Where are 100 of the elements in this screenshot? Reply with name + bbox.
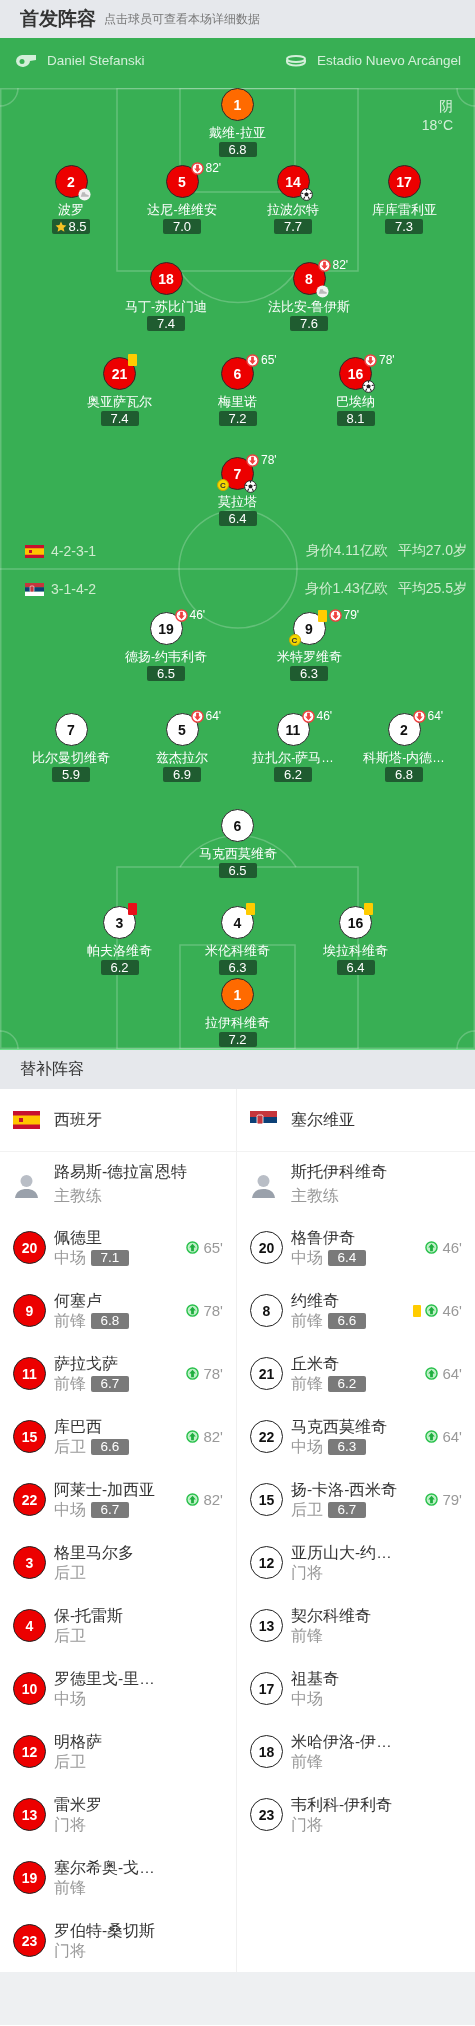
rating-value: 6.9 bbox=[172, 767, 192, 782]
sub-minute: 64' bbox=[442, 1365, 462, 1382]
rating-value: 7.0 bbox=[172, 219, 192, 234]
shirt-number[interactable]: 13 bbox=[250, 1609, 283, 1642]
player-name: 丘米奇 bbox=[291, 1353, 340, 1374]
shirt-number[interactable]: 5 bbox=[165, 713, 199, 746]
rating-value: 6.8 bbox=[228, 142, 247, 157]
player-name: 约维奇 bbox=[291, 1290, 340, 1311]
shirt-number[interactable]: 7 bbox=[54, 713, 88, 746]
shirt-number[interactable]: 20 bbox=[250, 1231, 283, 1264]
player-position: 后卫 bbox=[54, 1751, 86, 1772]
player-position: 中场 bbox=[54, 1499, 86, 1520]
player-name: 德扬-约韦利奇 bbox=[124, 649, 208, 665]
shirt-number[interactable]: 3 bbox=[103, 906, 136, 939]
shirt-number[interactable]: 17 bbox=[387, 165, 421, 198]
weather-text: 阴 bbox=[439, 97, 453, 116]
substitution-in-icon bbox=[425, 1367, 439, 1380]
average-age: 平均27.0岁 bbox=[397, 542, 467, 560]
player-name: 法比安-鲁伊斯 bbox=[267, 299, 351, 315]
player-name: 拉伊科维奇 bbox=[205, 1015, 270, 1031]
player-position: 门将 bbox=[54, 1940, 86, 1961]
player-position: 前锋 bbox=[291, 1310, 323, 1331]
shirt-number[interactable]: 8 bbox=[250, 1294, 283, 1327]
flag-icon bbox=[25, 582, 44, 596]
sub-minute: 78' bbox=[203, 1302, 223, 1319]
sub-minute: 82' bbox=[203, 1428, 223, 1445]
boot-icon bbox=[77, 188, 91, 201]
rating-value: 7.2 bbox=[228, 411, 247, 426]
shirt-number[interactable]: 6 bbox=[221, 357, 254, 390]
shirt-number[interactable]: 21 bbox=[250, 1357, 283, 1390]
shirt-number[interactable]: 19 bbox=[149, 612, 183, 645]
rating-value: 6.3 bbox=[228, 960, 247, 975]
substitution-in-icon bbox=[186, 1493, 200, 1506]
shirt-number[interactable]: 16 bbox=[339, 906, 372, 939]
player-name: 梅里诺 bbox=[218, 394, 257, 410]
substitution-in-icon bbox=[186, 1304, 200, 1317]
player-name: 雷米罗 bbox=[54, 1794, 102, 1815]
rating-value: 7.7 bbox=[283, 219, 303, 234]
player-position: 后卫 bbox=[54, 1562, 86, 1583]
player-name: 佩德里 bbox=[54, 1227, 103, 1248]
shirt-number[interactable]: 15 bbox=[250, 1483, 283, 1516]
shirt-number[interactable]: 14 bbox=[276, 165, 310, 198]
shirt-number[interactable]: 18 bbox=[149, 262, 183, 295]
rating-value: 6.5 bbox=[228, 863, 247, 878]
shirt-number[interactable]: 10 bbox=[13, 1672, 46, 1705]
average-age: 平均25.5岁 bbox=[397, 580, 467, 598]
player-name: 祖基奇 bbox=[291, 1668, 339, 1689]
shirt-number[interactable]: 11 bbox=[276, 713, 310, 746]
shirt-number[interactable]: 18 bbox=[250, 1735, 283, 1768]
player-name: 莫拉塔 bbox=[218, 494, 257, 510]
flag-icon bbox=[13, 1111, 40, 1129]
shirt-number[interactable]: 23 bbox=[13, 1924, 46, 1957]
shirt-number[interactable]: 2 bbox=[54, 165, 88, 198]
substitution-out-icon bbox=[246, 454, 259, 467]
sub-minute: 65' bbox=[203, 1239, 223, 1256]
shirt-number[interactable]: 22 bbox=[250, 1420, 283, 1453]
shirt-number[interactable]: 3 bbox=[13, 1546, 46, 1579]
player-name: 帕夫洛维奇 bbox=[87, 943, 152, 959]
player-name: 米特罗维奇 bbox=[276, 649, 342, 665]
shirt-number[interactable]: 2 bbox=[387, 713, 421, 746]
player-name: 何塞卢 bbox=[54, 1290, 103, 1311]
shirt-number[interactable]: 4 bbox=[221, 906, 254, 939]
shirt-number[interactable]: 4 bbox=[13, 1609, 46, 1642]
player-position: 前锋 bbox=[54, 1310, 86, 1331]
shirt-number[interactable]: 9 bbox=[13, 1294, 46, 1327]
shirt-number[interactable]: 12 bbox=[250, 1546, 283, 1579]
shirt-number[interactable]: 17 bbox=[250, 1672, 283, 1705]
sending-off-card-icon bbox=[128, 903, 137, 915]
shirt-number[interactable]: 23 bbox=[250, 1798, 283, 1831]
shirt-number[interactable]: 1 bbox=[221, 88, 254, 121]
shirt-number[interactable]: 1 bbox=[221, 978, 254, 1011]
rating-tag: 7.1 bbox=[91, 1249, 129, 1266]
caution-card-icon bbox=[317, 609, 327, 622]
substitution-out-icon bbox=[246, 354, 259, 367]
shirt-number[interactable]: 15 bbox=[13, 1420, 46, 1453]
rating-tag: 6.6 bbox=[328, 1312, 366, 1329]
player-position: 前锋 bbox=[291, 1625, 323, 1646]
sub-minute: 79' bbox=[442, 1491, 462, 1508]
flag-icon bbox=[25, 544, 44, 558]
caution-card-icon bbox=[128, 354, 137, 366]
shirt-number[interactable]: 19 bbox=[13, 1861, 46, 1894]
shirt-number[interactable]: 20 bbox=[13, 1231, 46, 1264]
player-name: 罗德里戈-里… bbox=[54, 1668, 155, 1689]
shirt-number[interactable]: 6 bbox=[221, 809, 254, 842]
shirt-number[interactable]: 13 bbox=[13, 1798, 46, 1831]
shirt-number[interactable]: 5 bbox=[165, 165, 199, 198]
player-name: 阿莱士-加西亚 bbox=[54, 1479, 156, 1500]
shirt-number[interactable]: 11 bbox=[13, 1357, 46, 1390]
player-name: 明格萨 bbox=[54, 1731, 102, 1752]
substitution-in-icon bbox=[186, 1367, 200, 1380]
player-name: 米伦科维奇 bbox=[205, 943, 270, 959]
player-position: 门将 bbox=[291, 1814, 323, 1835]
shirt-number[interactable]: 21 bbox=[103, 357, 136, 390]
player-name: 扬-卡洛-西米奇 bbox=[291, 1479, 398, 1500]
shirt-number[interactable]: 12 bbox=[13, 1735, 46, 1768]
rating-value: 6.2 bbox=[110, 960, 129, 975]
substitution-out-icon bbox=[328, 609, 342, 622]
player-name: 罗伯特-桑切斯 bbox=[54, 1920, 156, 1941]
rating-tag: 6.3 bbox=[328, 1438, 366, 1455]
shirt-number[interactable]: 22 bbox=[13, 1483, 46, 1516]
